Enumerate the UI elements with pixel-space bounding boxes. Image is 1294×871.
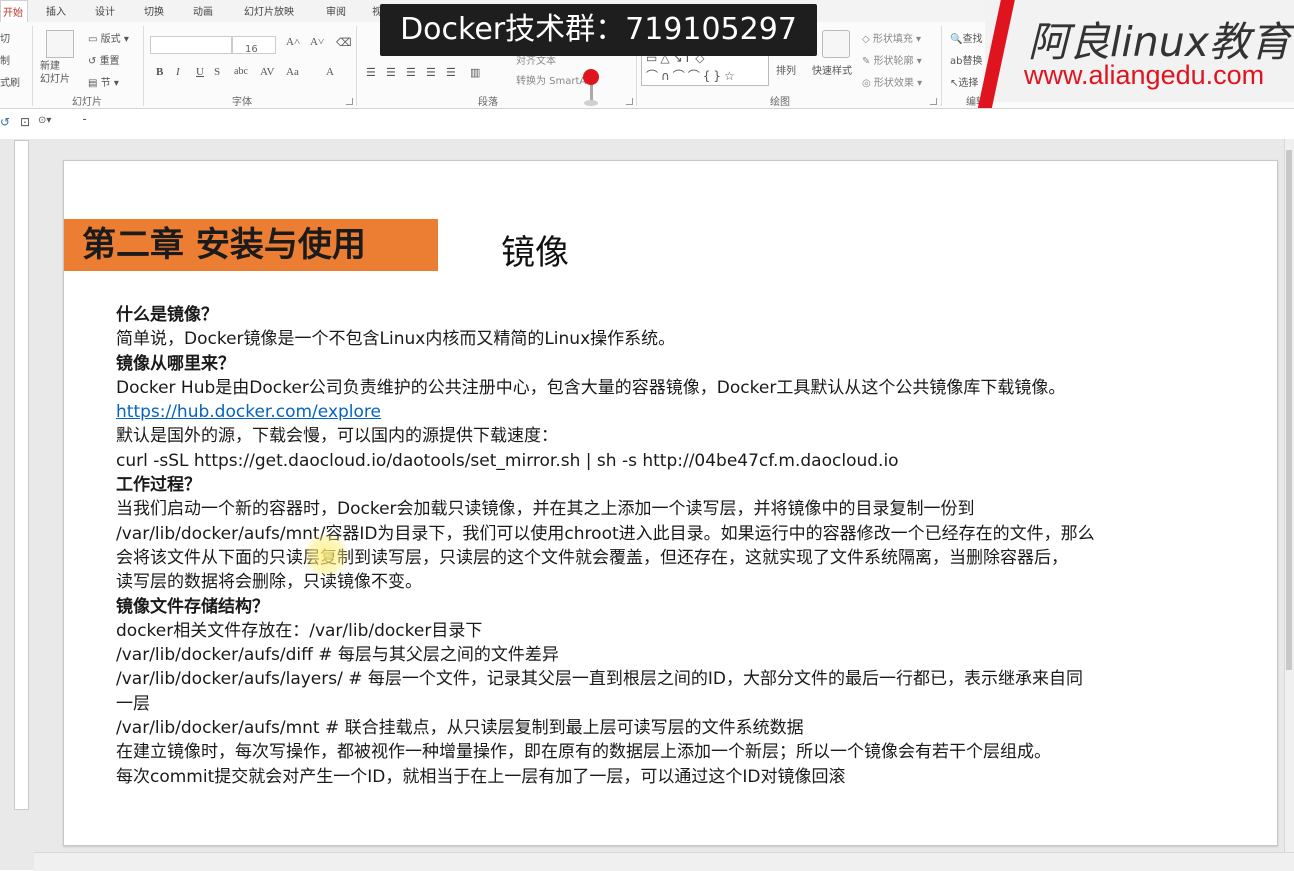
section-label: 节 <box>100 78 111 89</box>
body-line: /var/lib/docker/aufs/mnt # 联合挂载点，从只读层复制到… <box>116 718 804 739</box>
new-slide-icon[interactable] <box>46 30 74 58</box>
font-size-combo[interactable]: 16 <box>232 36 276 55</box>
body-line: /var/lib/docker/aufs/mnt/容器ID为目录下，我们可以使用… <box>116 523 1095 544</box>
tab-review[interactable]: 审阅 <box>326 3 346 18</box>
find-label: 查找 <box>962 34 983 45</box>
paragraph-dialog-launcher[interactable] <box>626 98 633 105</box>
chapter-label[interactable]: 第二章 安装与使用 <box>64 219 438 271</box>
quick-styles-icon <box>822 30 850 58</box>
cut-button[interactable]: 切 <box>0 30 10 45</box>
grow-font-button[interactable]: A˄ <box>286 36 300 48</box>
slide-title[interactable]: 镜像 <box>501 225 569 274</box>
body-line: Docker Hub是由Docker公司负责维护的公共注册中心，包含大量的容器镜… <box>116 377 1066 398</box>
change-case-button[interactable]: Aa <box>286 66 299 78</box>
body-link[interactable]: https://hub.docker.com/explore <box>116 400 1266 424</box>
watermark-url: www.aliangedu.com <box>1024 60 1265 90</box>
justify-button[interactable]: ☰ <box>426 66 436 79</box>
find-button[interactable]: 🔍查找 <box>950 30 982 45</box>
select-label: 选择 <box>958 78 979 89</box>
body-heading: 什么是镜像？ <box>116 305 218 325</box>
body-line: 每次commit提交就会对产生一个ID，就相当于在上一层有加了一层，可以通过这个… <box>116 766 846 787</box>
char-spacing-button[interactable]: AV <box>260 66 274 78</box>
watermark-name: 阿良linux教育 <box>1028 18 1292 66</box>
replace-label: 替换 <box>962 56 983 67</box>
arrange-button[interactable]: 排列 <box>776 62 796 77</box>
quick-styles-button[interactable]: 快速样式 <box>812 62 852 77</box>
layout-label: 版式 <box>100 34 121 45</box>
drawing-dialog-launcher[interactable] <box>930 98 937 105</box>
tab-insert[interactable]: 插入 <box>46 3 66 18</box>
slide-canvas[interactable]: 第二章 安装与使用 镜像 什么是镜像？ 简单说，Docker镜像是一个不包含Lin… <box>63 160 1278 846</box>
quick-access-bar: ↺ ⊡ ⊙▾ ⁃ <box>0 109 1294 139</box>
tab-transitions[interactable]: 切换 <box>144 3 164 18</box>
strikethrough-button[interactable]: abc <box>234 66 248 77</box>
shrink-font-button[interactable]: A˅ <box>310 36 324 48</box>
copy-button[interactable]: 制 <box>0 52 10 67</box>
body-heading: 镜像文件存储结构？ <box>116 596 269 617</box>
horizontal-scrollbar[interactable] <box>34 852 1294 871</box>
tab-design[interactable]: 设计 <box>95 3 115 18</box>
tab-slideshow[interactable]: 幻灯片放映 <box>244 3 294 18</box>
shadow-button[interactable]: S <box>214 66 220 78</box>
format-painter-button[interactable]: 式刷 <box>0 74 20 89</box>
body-line: /var/lib/docker/aufs/layers/ # 每层一个文件，记录… <box>116 669 1083 690</box>
font-name-combo[interactable] <box>150 36 232 54</box>
shape-effects-button[interactable]: ◎ 形状效果 ▾ <box>862 74 922 89</box>
drawing-group-label: 绘图 <box>770 97 790 108</box>
align-right-button[interactable]: ☰ <box>406 66 416 79</box>
undo-icon[interactable]: ↺ <box>0 115 10 129</box>
font-dialog-launcher[interactable] <box>346 98 353 105</box>
body-heading: 镜像从哪里来？ <box>116 353 235 374</box>
reset-button[interactable]: ↺ 重置 <box>88 52 120 67</box>
docker-group-banner: Docker技术群：719105297 <box>380 4 817 56</box>
font-group-label: 字体 <box>232 97 252 108</box>
body-heading: 工作过程？ <box>116 475 201 496</box>
tab-home[interactable]: 开始 <box>0 0 28 23</box>
underline-button[interactable]: U <box>196 66 204 78</box>
body-line: 默认是国外的源，下载会慢，可以国内的源提供下载速度： <box>116 426 558 447</box>
vertical-ruler <box>14 140 29 810</box>
columns-button[interactable]: ▥ <box>470 66 480 79</box>
pin-icon <box>583 69 599 85</box>
new-slide-button[interactable]: 新建 幻灯片 <box>40 60 70 86</box>
align-left-button[interactable]: ☰ <box>366 66 376 79</box>
bold-button[interactable]: B <box>156 66 163 78</box>
replace-button[interactable]: ab替换 <box>950 52 982 67</box>
shapes-row-2-icon: ⌒∩⌒⌒{}☆ <box>646 69 738 83</box>
body-line: curl -sSL https://get.daocloud.io/daotoo… <box>116 450 899 471</box>
reset-label: 重置 <box>99 56 120 67</box>
format-icon[interactable]: ⊙▾ <box>38 115 51 126</box>
body-line: 读写层的数据将会删除，只读镜像不变。 <box>116 572 422 593</box>
vertical-scrollbar-thumb[interactable] <box>1286 150 1292 670</box>
clear-format-icon[interactable]: ⌫ <box>336 36 352 49</box>
shape-outline-label: 形状轮廓 <box>873 56 914 67</box>
select-button[interactable]: ↖选择 <box>950 74 978 89</box>
distribute-button[interactable]: ☰ <box>446 66 456 79</box>
pin-base <box>584 100 598 106</box>
paragraph-group-label: 段落 <box>478 97 498 108</box>
shape-effects-label: 形状效果 <box>873 78 914 89</box>
body-line: docker相关文件存放在：/var/lib/docker目录下 <box>116 620 483 641</box>
shape-outline-button[interactable]: ✎ 形状轮廓 ▾ <box>862 52 922 67</box>
tab-animations[interactable]: 动画 <box>193 3 213 18</box>
mouse-cursor-highlight <box>304 533 348 577</box>
body-line: 简单说，Docker镜像是一个不包含Linux内核而又精简的Linux操作系统。 <box>116 329 676 350</box>
layout-button[interactable]: ▭ 版式 ▾ <box>88 30 129 45</box>
slide-body-text[interactable]: 什么是镜像？ 简单说，Docker镜像是一个不包含Linux内核而又精简的Linu… <box>116 303 1266 789</box>
section-button[interactable]: ▤ 节 ▾ <box>88 74 119 89</box>
italic-button[interactable]: I <box>176 66 180 78</box>
body-line: 一层 <box>116 693 150 714</box>
shape-fill-label: 形状填充 <box>872 34 913 45</box>
start-presentation-icon[interactable]: ⊡ <box>20 115 30 129</box>
font-color-button[interactable]: A <box>326 66 334 78</box>
body-line: 在建立镜像时，每次写操作，都被视作一种增量操作，即在原有的数据层上添加一个新层；… <box>116 742 1051 763</box>
font-size-value: 16 <box>245 44 258 55</box>
shape-fill-button[interactable]: ◇ 形状填充 ▾ <box>862 30 921 45</box>
slides-group-label: 幻灯片 <box>72 97 102 108</box>
body-line: 当我们启动一个新的容器时，Docker会加载只读镜像，并在其之上添加一个读写层，… <box>116 499 975 520</box>
body-line: 会将该文件从下面的只读层复制到读写层，只读层的这个文件就会覆盖，但还存在，这就实… <box>116 547 1068 568</box>
align-center-button[interactable]: ☰ <box>386 66 396 79</box>
customize-quick-access-icon[interactable]: ⁃ <box>82 115 87 126</box>
body-line: /var/lib/docker/aufs/diff # 每层与其父层之间的文件差… <box>116 645 559 666</box>
